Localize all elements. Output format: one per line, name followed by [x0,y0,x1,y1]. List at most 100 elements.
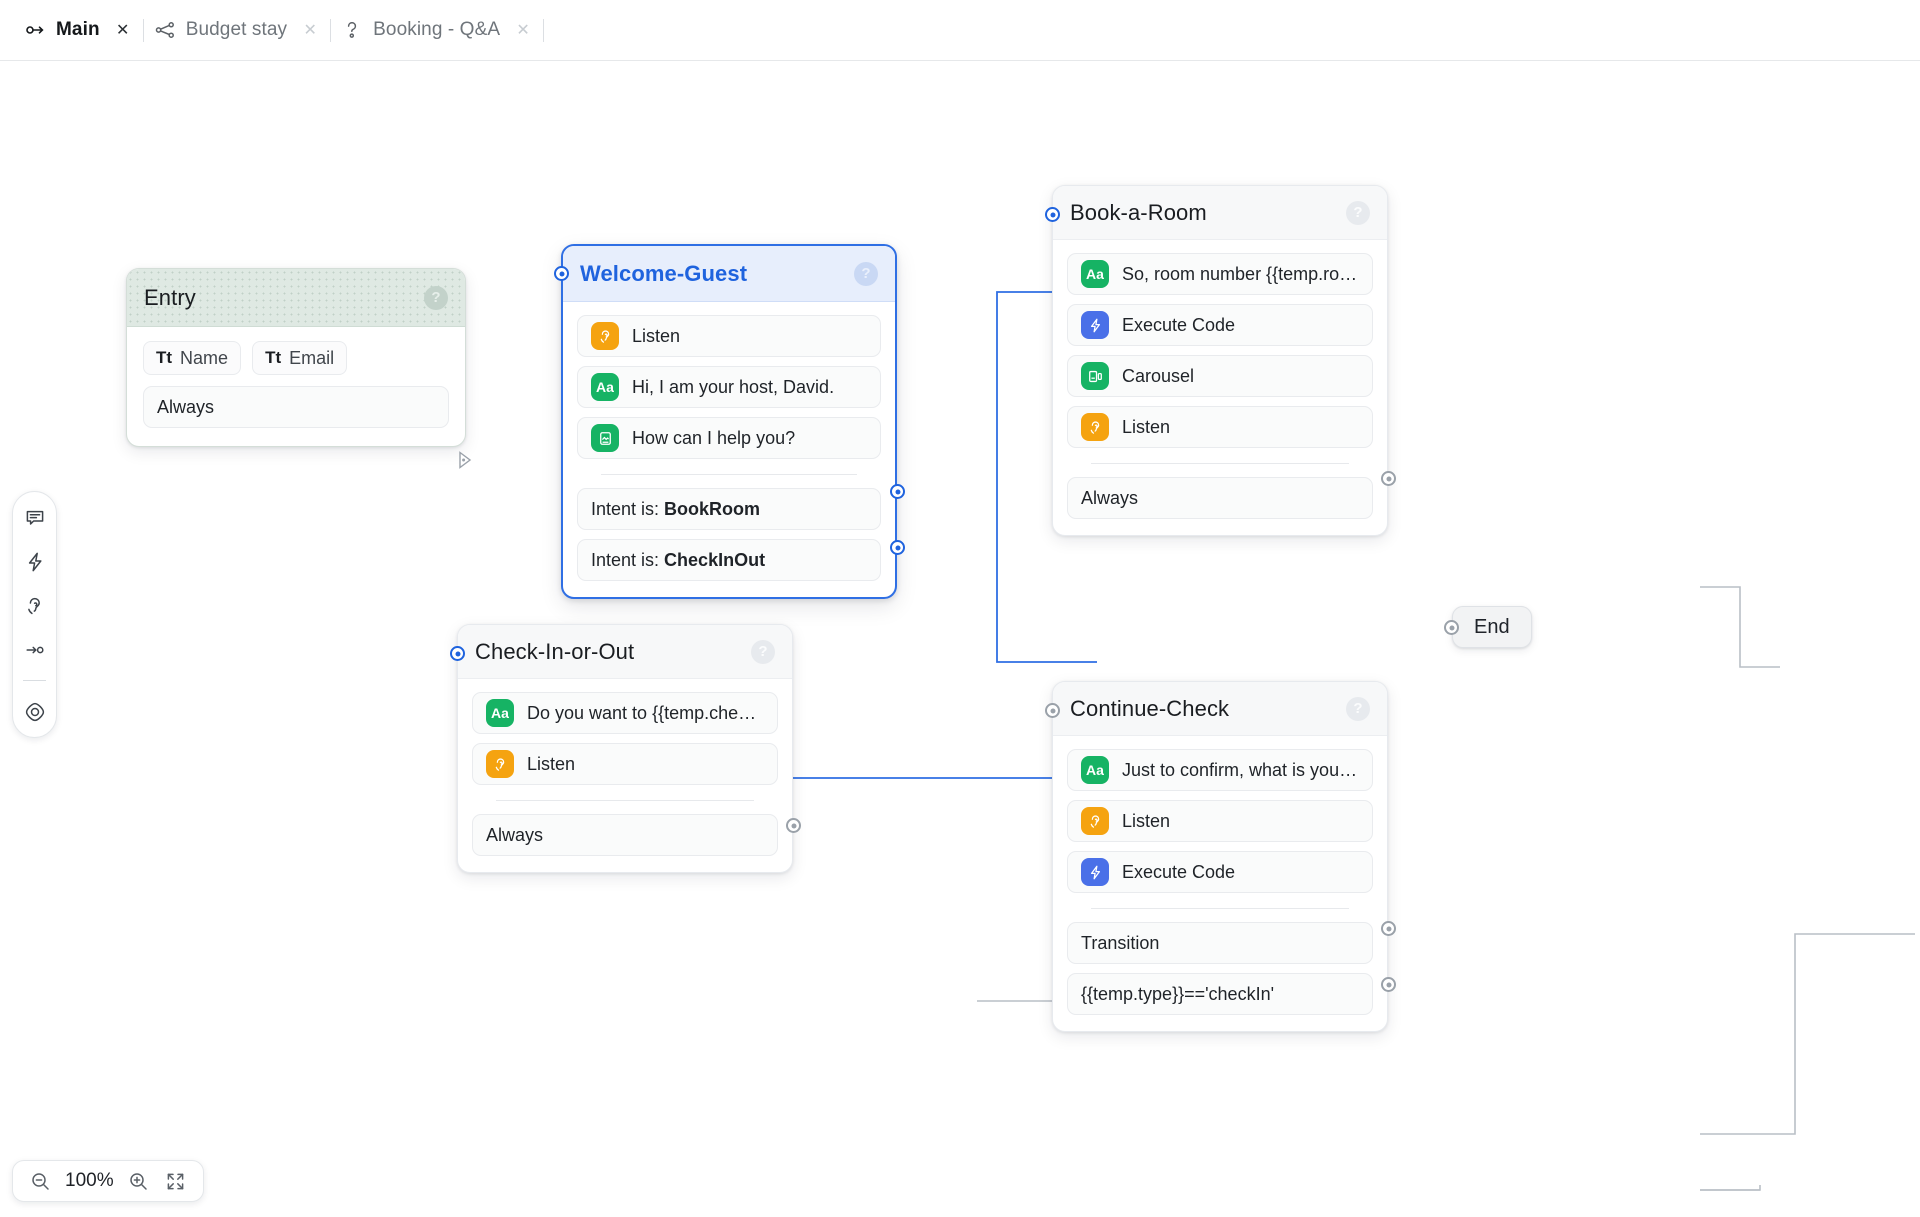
node-entry-body: Tt Name Tt Email Always [127,327,465,446]
node-check-in-or-out[interactable]: Check-In-or-Out ? Aa Do you want to {{te… [457,624,793,873]
step-label: Hi, I am your host, David. [632,376,835,397]
step-carousel[interactable]: Carousel [1067,355,1373,397]
tab-booking-qa[interactable]: Booking - Q&A ✕ [331,0,543,61]
entry-variable-chips: Tt Name Tt Email [143,341,449,375]
execute-code-icon [1081,858,1109,886]
step-listen[interactable]: Listen [472,743,778,785]
end-label: End [1474,615,1510,638]
help-icon[interactable]: ? [1346,200,1370,225]
target-icon[interactable] [21,698,48,725]
node-continuecheck-body: Aa Just to confirm, what is your last… L… [1053,736,1387,1031]
intent-value: CheckInOut [664,549,766,570]
tab-label: Booking - Q&A [373,19,501,40]
transition-label: Always [157,396,215,417]
step-text-message[interactable]: Aa So, room number {{temp.roomNu… [1067,253,1373,295]
checkinout-transition-always[interactable]: Always [472,814,778,856]
entry-transition-always[interactable]: Always [143,386,449,428]
help-icon[interactable]: ? [424,285,448,310]
bolt-icon[interactable] [21,548,48,575]
flow-canvas[interactable]: Entry ? Tt Name Tt Email Always Welcome-… [0,61,1920,1217]
tab-main[interactable]: Main ✕ [14,0,143,61]
edge-layer [521,291,1915,1191]
listen-icon [1081,807,1109,835]
chip-label: Name [180,347,229,368]
node-title: Welcome-Guest [580,260,748,286]
continuecheck-input-port[interactable] [1045,703,1060,718]
transition-intent-bookroom[interactable]: Intent is: BookRoom [577,488,881,530]
node-divider [1091,463,1349,464]
tab-separator [543,18,545,42]
checkinout-output-port[interactable] [786,818,801,833]
step-execute-code[interactable]: Execute Code [1067,851,1373,893]
node-continue-check[interactable]: Continue-Check ? Aa Just to confirm, wha… [1052,681,1388,1032]
node-entry[interactable]: Entry ? Tt Name Tt Email Always [126,268,466,447]
checkinout-input-port[interactable] [450,646,465,661]
node-divider [601,474,857,475]
tab-close-icon[interactable]: ✕ [513,20,533,40]
step-label: Execute Code [1122,861,1236,882]
edge-bookaroom-to-end [1700,586,1780,668]
text-message-icon: Aa [1081,756,1109,784]
node-divider [496,800,754,801]
step-listen[interactable]: Listen [577,315,881,357]
node-checkinout-body: Aa Do you want to {{temp.checkIn}}? List… [458,679,792,872]
node-book-a-room[interactable]: Book-a-Room ? Aa So, room number {{temp.… [1052,185,1388,536]
transition-arrow-icon[interactable] [21,636,48,663]
flow-branch-icon [154,19,176,41]
step-label: Listen [527,753,576,774]
bookaroom-input-port[interactable] [1045,207,1060,222]
node-palette-toolbar[interactable] [12,491,57,738]
node-title: Entry [144,284,196,310]
tab-close-icon[interactable]: ✕ [113,20,133,40]
continuecheck-condition[interactable]: {{temp.type}}=='checkIn' [1067,973,1373,1015]
listen-ear-icon[interactable] [21,592,48,619]
step-label: Execute Code [1122,314,1236,335]
intent-value: BookRoom [664,498,761,519]
node-end[interactable]: End [1452,606,1532,648]
step-text-message[interactable]: Aa Just to confirm, what is your last… [1067,749,1373,791]
end-input-port[interactable] [1444,620,1459,635]
step-label: Listen [1122,810,1171,831]
transition-label: Transition [1081,932,1160,953]
step-text-message[interactable]: Aa Hi, I am your host, David. [577,366,881,408]
bookaroom-output-port[interactable] [1381,471,1396,486]
help-icon[interactable]: ? [1346,696,1370,721]
fit-screen-icon[interactable] [164,1169,188,1193]
node-welcome-guest[interactable]: Welcome-Guest ? Listen Aa Hi, I am your … [561,244,897,599]
node-welcome-body: Listen Aa Hi, I am your host, David. How… [563,302,895,597]
entry-chip-name[interactable]: Tt Name [143,341,242,375]
welcome-checkinout-output-port[interactable] [890,540,905,555]
continuecheck-transition[interactable]: Transition [1067,922,1373,964]
welcome-input-port[interactable] [554,266,569,281]
node-checkinout-header: Check-In-or-Out ? [458,625,792,679]
node-title: Continue-Check [1070,695,1230,721]
transition-intent-checkinout[interactable]: Intent is: CheckInOut [577,539,881,581]
transition-label: Always [486,824,544,845]
chip-label: Email [289,347,335,368]
step-listen[interactable]: Listen [1067,406,1373,448]
message-icon[interactable] [21,504,48,531]
listen-icon [591,322,619,350]
step-text-message[interactable]: Aa Do you want to {{temp.checkIn}}? [472,692,778,734]
welcome-bookroom-output-port[interactable] [890,484,905,499]
tab-close-icon[interactable]: ✕ [300,20,320,40]
bookaroom-transition-always[interactable]: Always [1067,477,1373,519]
step-label: Listen [1122,416,1171,437]
listen-icon [1081,413,1109,441]
transition-label: Intent is: BookRoom [591,498,761,519]
zoom-in-icon[interactable] [127,1169,151,1193]
continuecheck-transition-port[interactable] [1381,921,1396,936]
zoom-out-icon[interactable] [28,1169,52,1193]
help-icon[interactable]: ? [751,639,775,664]
entry-chip-email[interactable]: Tt Email [252,341,348,375]
help-icon[interactable]: ? [854,261,878,286]
zoom-controls[interactable]: 100% [12,1160,204,1202]
step-execute-code[interactable]: Execute Code [1067,304,1373,346]
step-card-message[interactable]: How can I help you? [577,417,881,459]
text-message-icon: Aa [1081,260,1109,288]
step-label: Do you want to {{temp.checkIn}}? [527,702,764,723]
tab-budget-stay[interactable]: Budget stay ✕ [144,0,330,61]
continuecheck-condition-port[interactable] [1381,977,1396,992]
step-listen[interactable]: Listen [1067,800,1373,842]
text-message-icon: Aa [591,373,619,401]
